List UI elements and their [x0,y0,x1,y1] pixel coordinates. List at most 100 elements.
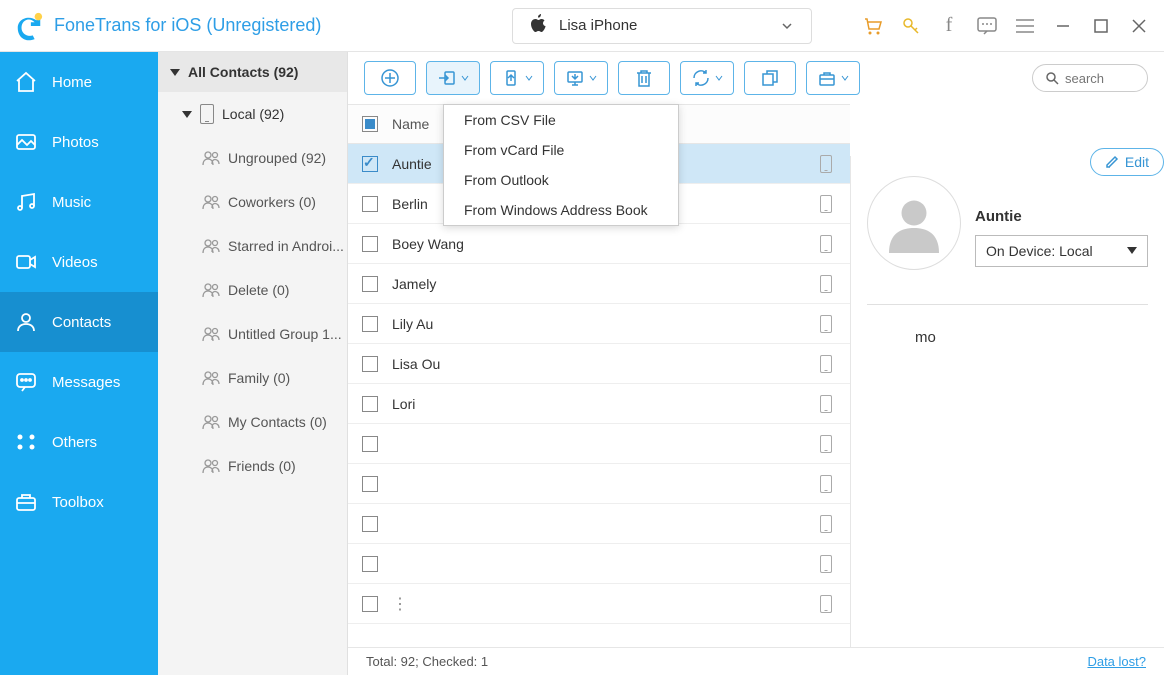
data-lost-link[interactable]: Data lost? [1087,654,1146,669]
dedupe-button[interactable] [744,61,796,95]
sidebar-item-messages[interactable]: Messages [0,352,158,412]
messages-icon [14,370,38,394]
music-icon [14,190,38,214]
maximize-button[interactable] [1090,15,1112,37]
group-item-label: Untitled Group 1... [228,326,342,342]
contact-row[interactable]: Lisa Ou [348,344,850,384]
sidebar-item-label: Photos [52,134,99,151]
contact-row[interactable]: Jamely [348,264,850,304]
group-item[interactable]: Delete (0) [158,268,347,312]
row-checkbox[interactable] [362,236,378,252]
group-item[interactable]: Starred in Androi... [158,224,347,268]
sidebar-item-label: Videos [52,254,98,271]
divider [867,304,1148,305]
contact-row[interactable]: Lori [348,384,850,424]
sidebar-item-photos[interactable]: Photos [0,112,158,172]
people-icon [202,238,220,254]
groups-header[interactable]: All Contacts (92) [158,52,347,92]
toolbar [348,52,1164,104]
group-item[interactable]: Family (0) [158,356,347,400]
backup-button[interactable] [806,61,860,95]
export-to-device-button[interactable] [490,61,544,95]
phone-icon [820,555,832,573]
row-name: ⋮ [392,594,820,614]
phone-icon [200,104,214,124]
menu-icon[interactable] [1014,15,1036,37]
header-checkbox[interactable] [362,116,378,132]
group-item[interactable]: My Contacts (0) [158,400,347,444]
group-item[interactable]: Coworkers (0) [158,180,347,224]
sidebar-item-videos[interactable]: Videos [0,232,158,292]
group-item[interactable]: Ungrouped (92) [158,136,347,180]
group-item-label: Ungrouped (92) [228,150,326,166]
row-checkbox[interactable] [362,396,378,412]
group-item[interactable]: Untitled Group 1... [158,312,347,356]
dropdown-item-wab[interactable]: From Windows Address Book [444,195,678,225]
delete-button[interactable] [618,61,670,95]
row-checkbox[interactable] [362,156,378,172]
main: Home Photos Music Videos Contacts Messag… [0,52,1164,675]
minimize-button[interactable] [1052,15,1074,37]
people-icon [202,414,220,430]
key-icon[interactable] [900,15,922,37]
row-checkbox[interactable] [362,276,378,292]
edit-button[interactable]: Edit [1090,148,1164,176]
dropdown-item-csv[interactable]: From CSV File [444,105,678,135]
contact-row[interactable]: Boey Wang [348,224,850,264]
add-button[interactable] [364,61,416,95]
row-name: Lisa Ou [392,356,820,372]
search-input[interactable] [1065,71,1135,86]
device-select[interactable]: On Device: Local [975,235,1148,267]
sidebar-item-contacts[interactable]: Contacts [0,292,158,352]
contact-row[interactable] [348,464,850,504]
people-icon [202,150,220,166]
sidebar-item-music[interactable]: Music [0,172,158,232]
search-box[interactable] [1032,64,1148,92]
phone-icon [820,435,832,453]
group-local[interactable]: Local (92) [158,92,347,136]
pencil-icon [1105,155,1119,169]
import-dropdown: From CSV File From vCard File From Outlo… [443,104,679,226]
export-to-pc-button[interactable] [554,61,608,95]
row-name: Lily Au [392,316,820,332]
device-selector[interactable]: Lisa iPhone [512,8,812,44]
others-icon [14,430,38,454]
contact-row[interactable] [348,544,850,584]
contact-row[interactable]: Lily Au [348,304,850,344]
dropdown-item-vcard[interactable]: From vCard File [444,135,678,165]
contact-row[interactable] [348,424,850,464]
sidebar-item-label: Toolbox [52,494,104,511]
row-checkbox[interactable] [362,476,378,492]
sidebar-item-home[interactable]: Home [0,52,158,112]
sidebar-item-label: Others [52,434,97,451]
refresh-button[interactable] [680,61,734,95]
sidebar-item-label: Home [52,74,92,91]
row-checkbox[interactable] [362,436,378,452]
contact-name: Auntie [975,208,1148,225]
row-checkbox[interactable] [362,596,378,612]
feedback-icon[interactable] [976,15,998,37]
import-button[interactable] [426,61,480,95]
phone-icon [820,395,832,413]
close-button[interactable] [1128,15,1150,37]
phone-icon [820,515,832,533]
group-item-label: Friends (0) [228,458,296,474]
facebook-icon[interactable]: f [938,15,960,37]
row-checkbox[interactable] [362,556,378,572]
row-checkbox[interactable] [362,316,378,332]
contact-row[interactable]: ⋮ [348,584,850,624]
contact-row[interactable] [348,504,850,544]
phone-icon [820,315,832,333]
row-checkbox[interactable] [362,356,378,372]
group-item[interactable]: Friends (0) [158,444,347,488]
people-icon [202,194,220,210]
group-item-label: Starred in Androi... [228,238,344,254]
detail-top: Auntie On Device: Local [867,176,1148,270]
cart-icon[interactable] [862,15,884,37]
status-bar: Total: 92; Checked: 1 Data lost? [348,647,1164,675]
sidebar-item-others[interactable]: Others [0,412,158,472]
dropdown-item-outlook[interactable]: From Outlook [444,165,678,195]
row-checkbox[interactable] [362,516,378,532]
row-checkbox[interactable] [362,196,378,212]
sidebar-item-toolbox[interactable]: Toolbox [0,472,158,532]
